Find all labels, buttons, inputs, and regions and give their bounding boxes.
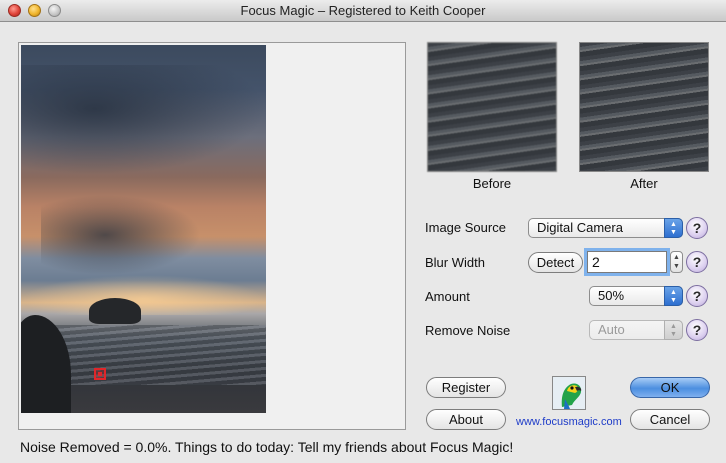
blur-width-field[interactable]: 2: [587, 251, 667, 273]
window-title: Focus Magic – Registered to Keith Cooper: [240, 3, 486, 18]
focus-area-marker[interactable]: [94, 368, 106, 380]
remove-noise-value: Auto: [598, 322, 625, 337]
amount-popup[interactable]: 50% ▲ ▼: [589, 286, 683, 306]
parrot-logo-icon: [552, 376, 586, 410]
help-icon[interactable]: ?: [686, 251, 708, 273]
about-button[interactable]: About: [426, 409, 506, 430]
help-icon[interactable]: ?: [686, 319, 708, 341]
remove-noise-popup: Auto ▲ ▼: [589, 320, 683, 340]
remove-noise-label: Remove Noise: [425, 323, 511, 338]
amount-value: 50%: [598, 288, 625, 303]
status-message: Noise Removed = 0.0%. Things to do today…: [20, 439, 514, 455]
popup-arrows-icon: ▲ ▼: [664, 320, 683, 340]
blur-width-label: Blur Width: [425, 255, 485, 270]
image-source-value: Digital Camera: [537, 220, 623, 235]
popup-arrows-icon: ▲ ▼: [664, 218, 683, 238]
ok-button[interactable]: OK: [630, 377, 710, 398]
before-thumbnail: [427, 42, 557, 172]
cancel-button[interactable]: Cancel: [630, 409, 710, 430]
source-photo[interactable]: [21, 45, 266, 413]
image-source-popup[interactable]: Digital Camera ▲ ▼: [528, 218, 683, 238]
detect-button[interactable]: Detect: [528, 252, 583, 273]
image-source-label: Image Source: [425, 220, 506, 235]
popup-arrows-icon: ▲ ▼: [664, 286, 683, 306]
before-label: Before: [472, 176, 512, 191]
title-bar: Focus Magic – Registered to Keith Cooper: [0, 0, 726, 22]
register-button[interactable]: Register: [426, 377, 506, 398]
image-preview-panel: [18, 42, 406, 430]
amount-label: Amount: [425, 289, 470, 304]
after-thumbnail: [579, 42, 709, 172]
help-icon[interactable]: ?: [686, 217, 708, 239]
stepper-icon[interactable]: ▲ ▼: [670, 251, 683, 273]
website-link[interactable]: www.focusmagic.com: [516, 416, 622, 428]
after-label: After: [630, 176, 658, 191]
help-icon[interactable]: ?: [686, 285, 708, 307]
